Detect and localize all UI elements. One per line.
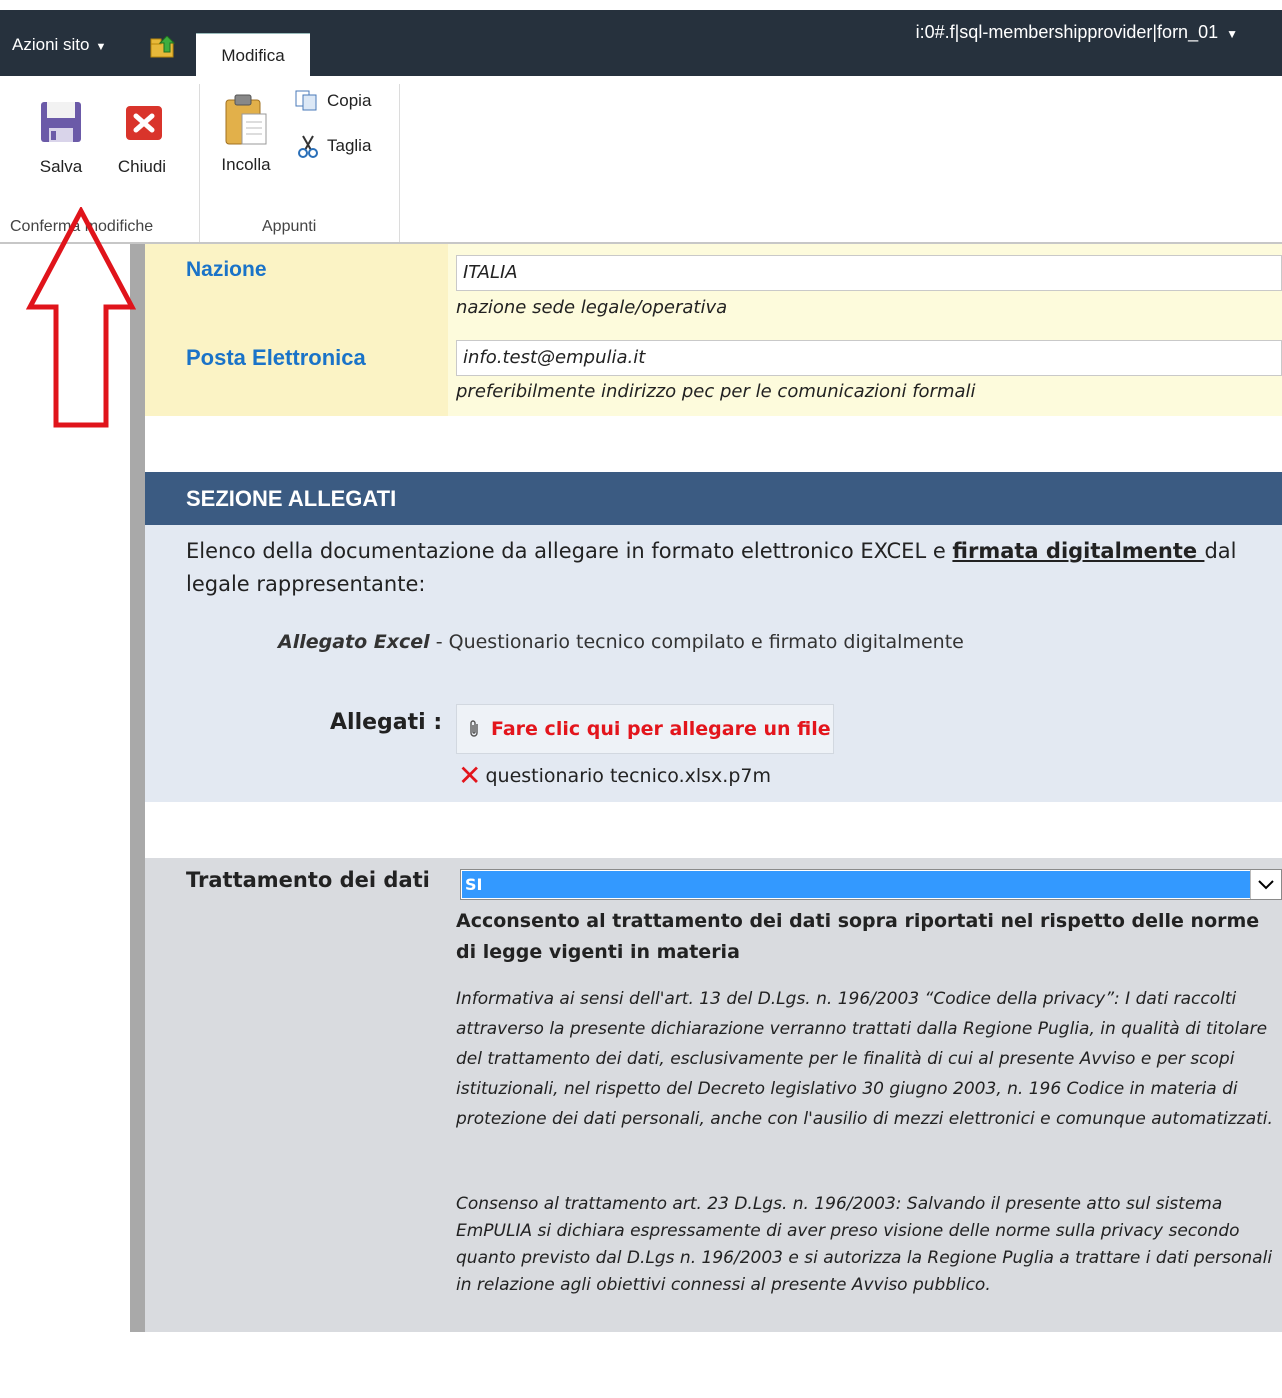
nation-value: ITALIA: [463, 262, 518, 283]
cut-label: Taglia: [327, 136, 372, 155]
attach-file-button[interactable]: Fare clic qui per allegare un file: [456, 704, 834, 754]
user-name: i:0#.f|sql-membershipprovider|forn_01: [915, 22, 1219, 42]
copy-label: Copia: [327, 91, 372, 110]
save-button[interactable]: Salva: [30, 98, 92, 177]
chevron-down-icon: ▼: [1226, 27, 1238, 41]
attachments-label: Allegati :: [330, 710, 443, 735]
consent-label: Trattamento dei dati: [186, 868, 430, 892]
consent-notice: Consenso al trattamento art. 23 D.Lgs. n…: [456, 1194, 1273, 1295]
attachments-section-title: SEZIONE ALLEGATI: [145, 472, 1282, 525]
close-label: Chiudi: [117, 157, 167, 176]
excel-attachment-line: Allegato Excel - Questionario tecnico co…: [278, 631, 964, 653]
attached-file-name: questionario tecnico.xlsx.p7m: [485, 765, 771, 787]
chevron-down-icon[interactable]: [1250, 870, 1281, 899]
paste-button[interactable]: Incolla: [212, 92, 280, 175]
privacy-notice: Informativa ai sensi dell'art. 13 del D.…: [456, 989, 1273, 1129]
navigate-up-icon[interactable]: [150, 36, 176, 58]
attachments-intro: Elenco della documentazione da allegare …: [186, 535, 1266, 601]
ribbon: [0, 76, 1282, 244]
email-value: info.test@empulia.it: [463, 347, 646, 368]
chevron-down-icon: ▼: [95, 41, 107, 53]
copy-icon: [295, 90, 317, 111]
close-icon: [126, 106, 162, 140]
delete-icon[interactable]: ✕: [458, 762, 481, 790]
save-icon: [41, 102, 81, 142]
arrow-up-icon: [26, 207, 136, 428]
cut-button[interactable]: Taglia: [297, 134, 371, 158]
consent-statement: Acconsento al trattamento dei dati sopra…: [456, 910, 1260, 963]
user-menu[interactable]: i:0#.f|sql-membershipprovider|forn_01 ▼: [916, 22, 1238, 43]
site-actions-label: Azioni sito: [12, 35, 90, 54]
scissors-icon: [298, 135, 318, 158]
paste-icon: [225, 94, 267, 145]
close-button[interactable]: Chiudi: [110, 98, 174, 177]
copy-button[interactable]: Copia: [295, 90, 371, 112]
consent-selected-value: SI: [462, 871, 1250, 898]
ribbon-separator: [199, 84, 200, 242]
tab-modifica-label: Modifica: [221, 45, 285, 65]
intro-underlined: firmata digitalmente: [952, 539, 1205, 563]
excel-bold: Allegato Excel: [278, 631, 430, 653]
consent-select[interactable]: SI: [460, 869, 1282, 900]
save-label: Salva: [39, 157, 83, 176]
excel-desc: - Questionario tecnico compilato e firma…: [429, 631, 964, 653]
tab-modifica[interactable]: Modifica: [196, 33, 310, 77]
email-label: Posta Elettronica: [186, 345, 366, 370]
site-actions-menu[interactable]: Azioni sito ▼: [12, 35, 106, 55]
ribbon-group-clipboard-label: Appunti: [262, 218, 317, 235]
nation-field[interactable]: ITALIA: [456, 255, 1282, 291]
nation-label: Nazione: [186, 258, 267, 281]
nation-hint: nazione sede legale/operativa: [456, 297, 728, 318]
ribbon-separator: [399, 84, 400, 242]
intro-text: Elenco della documentazione da allegare …: [186, 539, 953, 563]
email-field[interactable]: info.test@empulia.it: [456, 340, 1282, 376]
attached-file: ✕ questionario tecnico.xlsx.p7m: [458, 762, 771, 790]
email-hint: preferibilmente indirizzo pec per le com…: [456, 381, 976, 402]
attach-file-label: Fare clic qui per allegare un file: [491, 718, 831, 740]
paste-label: Incolla: [221, 155, 271, 174]
top-bar: [0, 10, 1282, 76]
paperclip-icon: [470, 720, 478, 737]
